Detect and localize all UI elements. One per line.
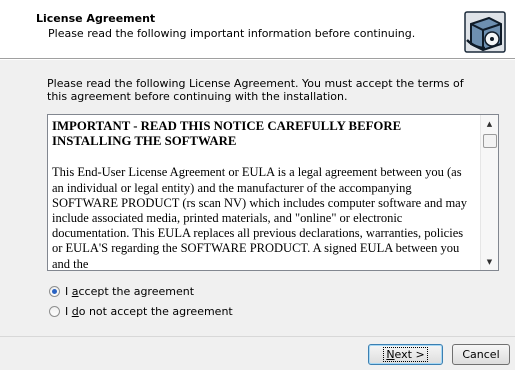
page-title: License Agreement bbox=[36, 12, 156, 25]
accept-option[interactable]: I accept the agreement bbox=[49, 284, 194, 298]
scroll-down-arrow-icon[interactable]: ▼ bbox=[481, 253, 498, 270]
decline-label[interactable]: I do not accept the agreement bbox=[65, 305, 233, 318]
eula-heading: IMPORTANT - READ THIS NOTICE CAREFULLY B… bbox=[52, 119, 402, 149]
intro-text: Please read the following License Agreem… bbox=[47, 77, 464, 103]
eula-scrollbar[interactable]: ▲ ▼ bbox=[480, 115, 498, 270]
page-subtitle: Please read the following important info… bbox=[48, 27, 416, 40]
decline-option[interactable]: I do not accept the agreement bbox=[49, 304, 233, 318]
footer-divider bbox=[0, 336, 515, 337]
header-banner: License Agreement Please read the follow… bbox=[0, 0, 515, 58]
next-button-label: Next > bbox=[383, 347, 428, 362]
accept-radio[interactable] bbox=[49, 285, 60, 297]
eula-body: This End-User License Agreement or EULA … bbox=[52, 165, 467, 271]
installer-box-icon bbox=[464, 11, 506, 53]
scroll-thumb[interactable] bbox=[483, 134, 497, 148]
cancel-button[interactable]: Cancel bbox=[452, 344, 510, 365]
next-button[interactable]: Next > bbox=[368, 344, 443, 365]
eula-textbox[interactable]: IMPORTANT - READ THIS NOTICE CAREFULLY B… bbox=[47, 114, 499, 271]
decline-radio[interactable] bbox=[49, 305, 60, 317]
header-divider bbox=[0, 58, 515, 60]
eula-content: IMPORTANT - READ THIS NOTICE CAREFULLY B… bbox=[52, 119, 472, 271]
accept-label[interactable]: I accept the agreement bbox=[65, 285, 194, 298]
cancel-button-label: Cancel bbox=[462, 348, 500, 361]
scroll-up-arrow-icon[interactable]: ▲ bbox=[481, 115, 498, 132]
